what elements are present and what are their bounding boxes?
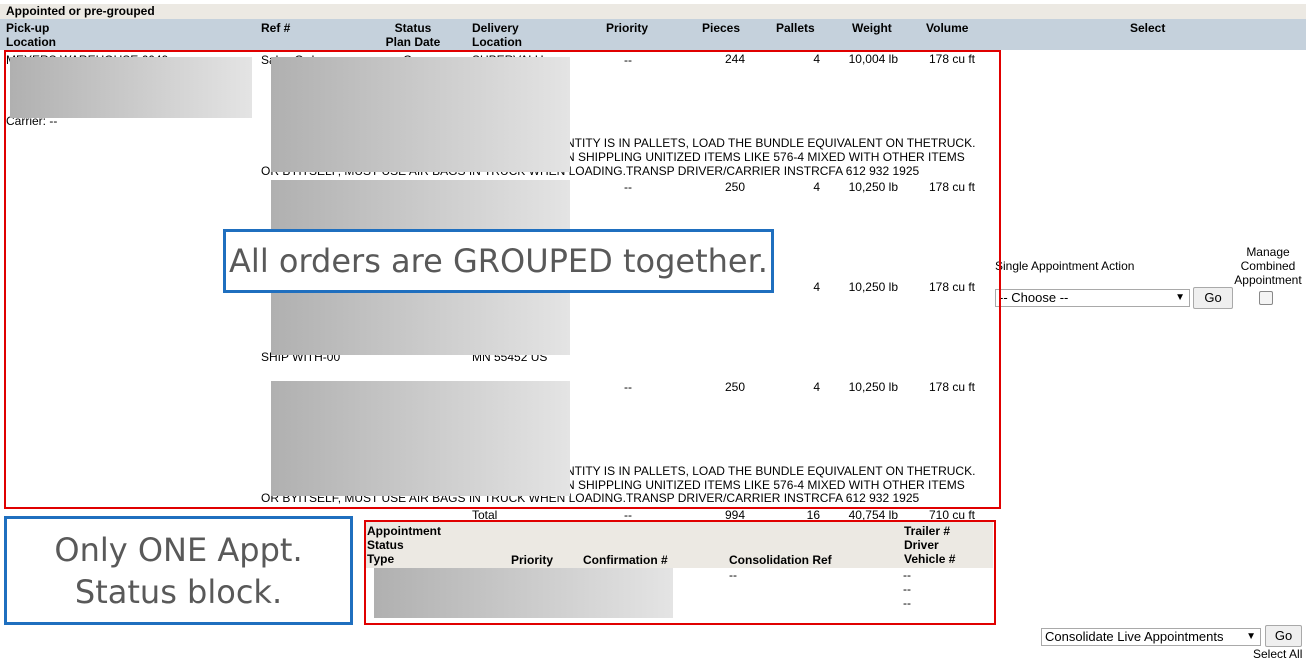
col-pallets: Pallets (776, 21, 815, 35)
manage-combined-label: Manage Combined Appointment (1234, 245, 1302, 287)
annotation-grouped: All orders are GROUPED together. (223, 229, 774, 293)
col-status: Status Plan Date (385, 21, 441, 49)
single-action-go-button[interactable]: Go (1193, 287, 1233, 309)
dropdown-arrow-icon: ▼ (1246, 631, 1256, 642)
section-title: Appointed or pre-grouped (6, 4, 155, 18)
col-ref: Ref # (261, 21, 291, 35)
col-select: Select (1130, 21, 1166, 35)
bottom-go-button[interactable]: Go (1265, 625, 1302, 647)
column-header-row (0, 19, 1306, 50)
annotation-one-block: Only ONE Appt. Status block. (4, 516, 353, 625)
section-header (0, 4, 1306, 19)
col-pieces: Pieces (702, 21, 741, 35)
col-priority: Priority (606, 21, 649, 35)
dropdown-arrow-icon: ▼ (1175, 292, 1185, 303)
col-pickup: Pick-up Location (6, 21, 56, 49)
bottom-action-select[interactable]: Consolidate Live Appointments ▼ (1041, 628, 1261, 646)
appointment-status-highlight (364, 520, 996, 625)
col-delivery: Delivery Location (472, 21, 522, 49)
select-all-link[interactable]: Select All (1253, 647, 1302, 661)
manage-combined-checkbox[interactable] (1259, 291, 1273, 305)
col-weight: Weight (852, 21, 892, 35)
single-action-label: Single Appointment Action (995, 259, 1135, 273)
col-volume: Volume (926, 21, 969, 35)
single-action-select[interactable]: -- Choose -- ▼ (995, 289, 1190, 307)
